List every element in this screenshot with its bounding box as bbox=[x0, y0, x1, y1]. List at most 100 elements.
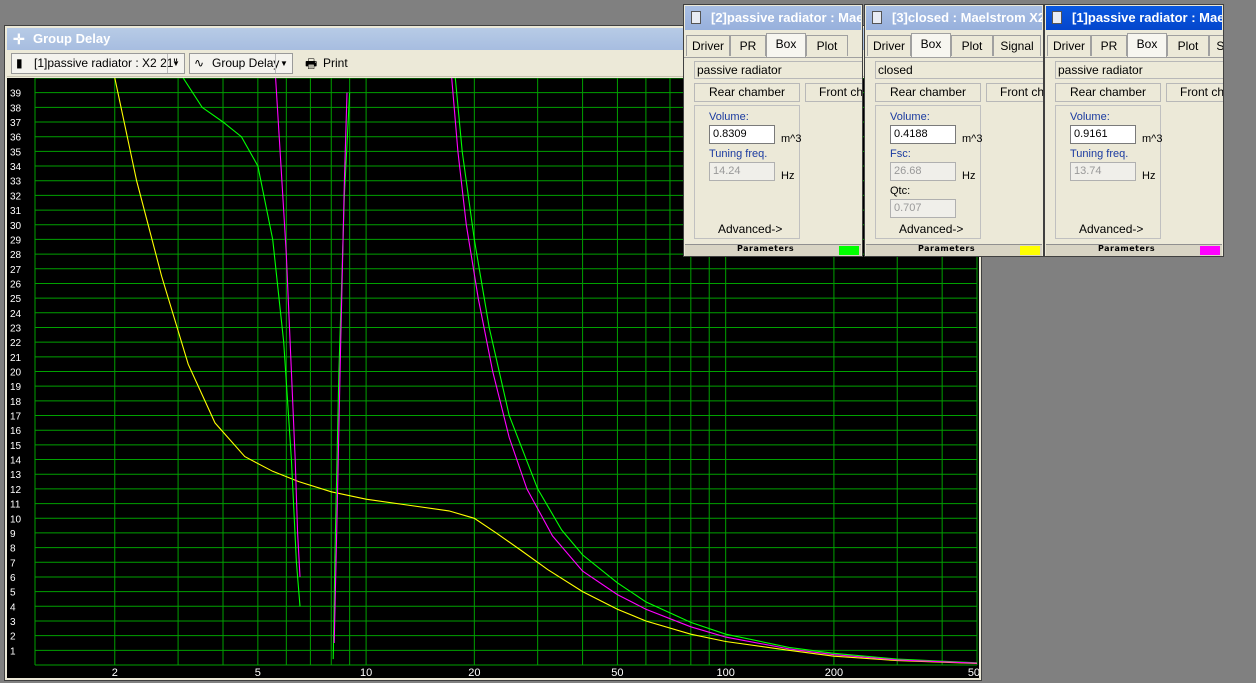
tab-box[interactable]: Box bbox=[1127, 33, 1167, 57]
plot-type-select[interactable]: ∿ Group Delay ▼ bbox=[189, 53, 293, 74]
field-label: Volume: bbox=[1070, 111, 1110, 123]
window-icon bbox=[691, 11, 701, 24]
box-type-label: passive radiator bbox=[1055, 61, 1223, 79]
driver-select-value: [1]passive radiator : X2 21" bbox=[34, 56, 178, 70]
chevron-down-icon[interactable]: ▼ bbox=[167, 54, 184, 73]
y-tick-label: 7 bbox=[10, 558, 16, 569]
front-chamber-button[interactable]: Front chamber bbox=[986, 83, 1043, 102]
field-unit: Hz bbox=[962, 170, 976, 182]
field-label: Tuning freq. bbox=[1070, 148, 1129, 160]
rear-chamber-button[interactable]: Rear chamber bbox=[694, 83, 800, 102]
y-tick-label: 16 bbox=[10, 426, 22, 437]
waveform-icon: ∿ bbox=[194, 56, 205, 70]
window-icon bbox=[872, 11, 882, 24]
advanced-button[interactable]: Advanced-> bbox=[899, 222, 963, 236]
tab-plot[interactable]: Plot bbox=[951, 35, 993, 56]
field-label: Tuning freq. bbox=[709, 148, 768, 160]
window-title: Group Delay bbox=[33, 31, 111, 46]
y-tick-label: 21 bbox=[10, 353, 22, 364]
y-tick-label: 1 bbox=[10, 646, 16, 657]
y-tick-label: 11 bbox=[10, 500, 21, 511]
y-tick-label: 9 bbox=[10, 529, 16, 540]
advanced-button[interactable]: Advanced-> bbox=[718, 222, 782, 236]
rear-chamber-button[interactable]: Rear chamber bbox=[1055, 83, 1161, 102]
x-tick-label: 2 bbox=[112, 667, 118, 678]
y-tick-label: 25 bbox=[10, 294, 22, 305]
box-parameters-group: Volume: 0.9161 m^3 Tuning freq. 13.74 Hz bbox=[1055, 105, 1163, 239]
field-unit: m^3 bbox=[962, 133, 983, 145]
y-tick-label: 3 bbox=[10, 617, 16, 628]
tab-signal[interactable]: Signal bbox=[1209, 35, 1223, 56]
tab-box[interactable]: Box bbox=[911, 33, 951, 57]
y-tick-label: 33 bbox=[10, 177, 22, 188]
chevron-down-icon[interactable]: ▼ bbox=[275, 54, 292, 73]
y-tick-label: 18 bbox=[10, 397, 22, 408]
y-tick-label: 17 bbox=[10, 412, 22, 423]
status-label: Parameters bbox=[1098, 244, 1156, 253]
field-input[interactable]: 0.8309 bbox=[709, 125, 775, 144]
y-tick-label: 35 bbox=[10, 147, 22, 158]
y-tick-label: 26 bbox=[10, 279, 22, 290]
advanced-button[interactable]: Advanced-> bbox=[1079, 222, 1143, 236]
field-label: Fsc: bbox=[890, 148, 911, 160]
field-input[interactable]: 0.9161 bbox=[1070, 125, 1136, 144]
printer-icon: 🖶 bbox=[305, 56, 318, 71]
box-type-label: passive radiator bbox=[694, 61, 862, 79]
y-tick-label: 15 bbox=[10, 441, 22, 452]
print-label: Print bbox=[323, 56, 348, 70]
driver-select[interactable]: ▮ [1]passive radiator : X2 21" ▼ bbox=[11, 53, 185, 74]
y-tick-label: 22 bbox=[10, 338, 22, 349]
tab-signal[interactable]: Signal bbox=[993, 35, 1041, 56]
tab-pr[interactable]: PR bbox=[730, 35, 766, 56]
y-tick-label: 12 bbox=[10, 485, 22, 496]
field-unit: Hz bbox=[1142, 170, 1156, 182]
y-tick-label: 34 bbox=[10, 162, 22, 173]
y-tick-label: 31 bbox=[10, 206, 22, 217]
y-tick-label: 6 bbox=[10, 573, 16, 584]
panel-title-bar[interactable]: [3]closed : Maelstrom X2 21" bbox=[866, 6, 1042, 30]
x-tick-label: 5 bbox=[255, 667, 261, 678]
tab-driver[interactable]: Driver bbox=[867, 35, 911, 56]
rear-chamber-button[interactable]: Rear chamber bbox=[875, 83, 981, 102]
panel-status-bar: Parameters bbox=[685, 244, 861, 256]
field-label: Volume: bbox=[890, 111, 930, 123]
parameters-panel-1: [2]passive radiator : Maelstrom X2 21" Dr… bbox=[683, 4, 863, 257]
tab-plot[interactable]: Plot bbox=[1167, 35, 1209, 56]
field-unit: m^3 bbox=[781, 133, 802, 145]
speaker-icon: ▮ bbox=[16, 56, 23, 70]
y-tick-label: 32 bbox=[10, 191, 22, 202]
field-input: 26.68 bbox=[890, 162, 956, 181]
panel-title-bar[interactable]: [1]passive radiator : Maelstrom X2 21" bbox=[1046, 6, 1222, 30]
tab-driver[interactable]: Driver bbox=[686, 35, 730, 56]
panel-tabs: DriverPRBoxPlotSignal bbox=[1045, 33, 1223, 58]
panel-tabs: Driver Box Plot Signal bbox=[865, 33, 1043, 58]
panel-title-bar[interactable]: [2]passive radiator : Maelstrom X2 21" bbox=[685, 6, 861, 30]
box-parameters-group: Volume: 0.8309 m^3 Tuning freq. 14.24 Hz bbox=[694, 105, 802, 239]
tab-pr[interactable]: PR bbox=[1091, 35, 1127, 56]
field-input: 14.24 bbox=[709, 162, 775, 181]
x-tick-label: 10 bbox=[360, 667, 372, 678]
tab-box[interactable]: Box bbox=[766, 33, 806, 57]
series-color-swatch bbox=[1020, 246, 1040, 255]
field-input[interactable]: 0.4188 bbox=[890, 125, 956, 144]
y-tick-label: 23 bbox=[10, 323, 22, 334]
y-tick-label: 13 bbox=[10, 470, 22, 481]
y-tick-label: 5 bbox=[10, 588, 16, 599]
y-tick-label: 8 bbox=[10, 544, 16, 555]
panel-title: [2]passive radiator : Maelstrom X2 21" bbox=[711, 10, 861, 25]
x-tick-label: 20 bbox=[468, 667, 480, 678]
field-unit: m^3 bbox=[1142, 133, 1163, 145]
y-tick-label: 2 bbox=[10, 632, 16, 643]
panel-title: [3]closed : Maelstrom X2 21" bbox=[892, 10, 1042, 25]
front-chamber-button[interactable]: Front chamber bbox=[805, 83, 862, 102]
status-label: Parameters bbox=[918, 244, 976, 253]
field-input: 0.707 bbox=[890, 199, 956, 218]
tab-plot[interactable]: Plot bbox=[806, 35, 848, 56]
front-chamber-button[interactable]: Front chamber bbox=[1166, 83, 1223, 102]
tab-driver[interactable]: Driver bbox=[1047, 35, 1091, 56]
series-color-swatch bbox=[1200, 246, 1220, 255]
x-tick-label: 100 bbox=[716, 667, 734, 678]
series-color-swatch bbox=[839, 246, 859, 255]
y-tick-label: 37 bbox=[10, 118, 22, 129]
print-button[interactable]: 🖶 Print bbox=[303, 53, 348, 74]
